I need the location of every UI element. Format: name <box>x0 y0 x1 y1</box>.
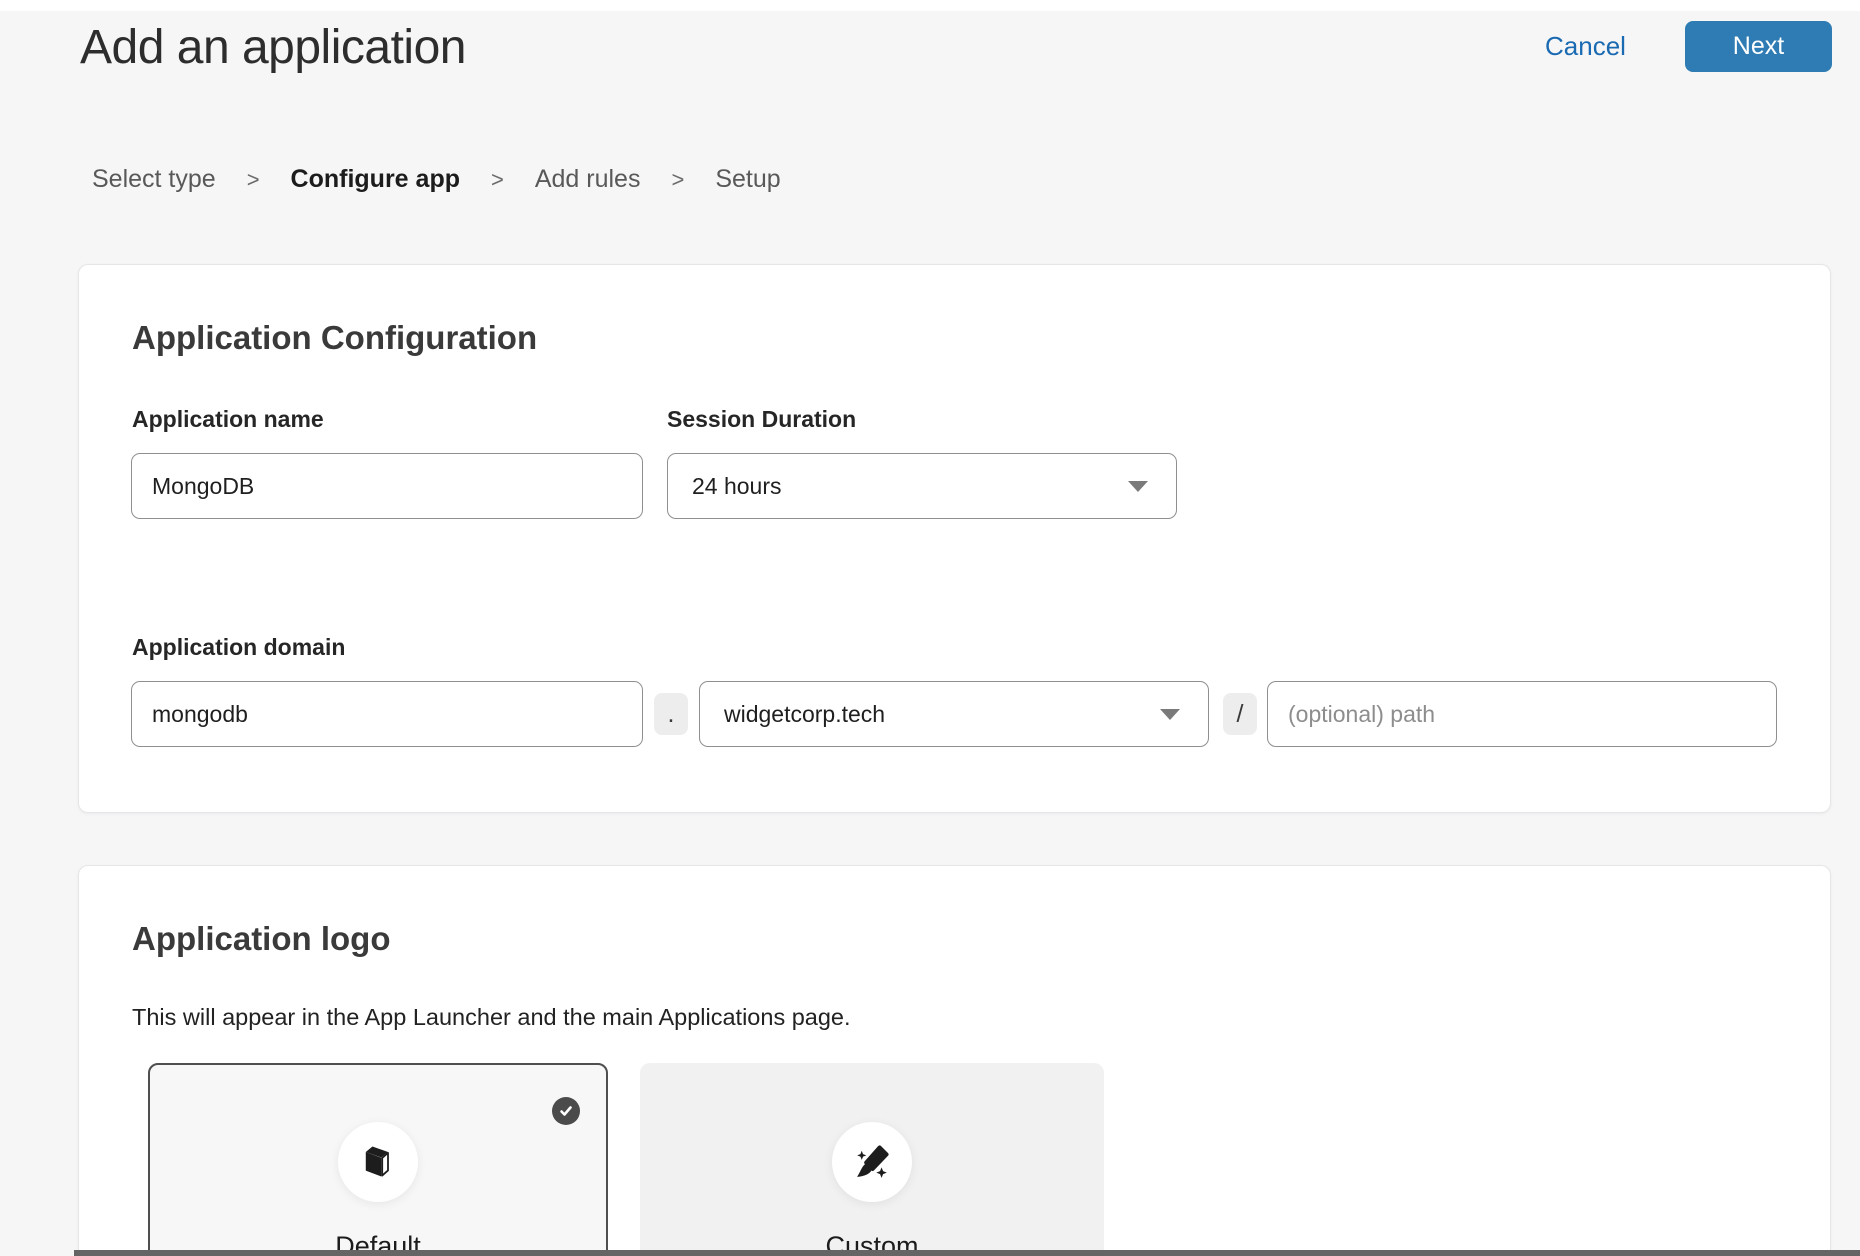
session-duration-label: Session Duration <box>667 406 856 433</box>
cancel-button[interactable]: Cancel <box>1545 31 1626 62</box>
path-input[interactable] <box>1267 681 1777 747</box>
application-configuration-card: Application Configuration Application na… <box>78 264 1831 813</box>
configuration-heading: Application Configuration <box>132 319 537 357</box>
page-title: Add an application <box>80 20 466 75</box>
application-logo-card: Application logo This will appear in the… <box>78 865 1831 1256</box>
slash-separator: / <box>1223 693 1257 735</box>
breadcrumb-configure-app[interactable]: Configure app <box>291 165 460 194</box>
paintbrush-icon <box>851 1141 893 1183</box>
chevron-down-icon <box>1160 709 1180 720</box>
breadcrumb: Select type > Configure app > Add rules … <box>92 165 781 194</box>
breadcrumb-setup[interactable]: Setup <box>715 165 780 194</box>
application-name-input[interactable] <box>131 453 643 519</box>
subdomain-input[interactable] <box>131 681 643 747</box>
selected-check-badge <box>552 1097 580 1125</box>
session-duration-value: 24 hours <box>692 473 782 500</box>
session-duration-select[interactable]: 24 hours <box>667 453 1177 519</box>
custom-logo-circle <box>832 1122 912 1202</box>
bottom-divider <box>74 1250 1860 1256</box>
chevron-down-icon <box>1128 481 1148 492</box>
default-logo-circle <box>338 1122 418 1202</box>
check-icon <box>558 1103 574 1119</box>
logo-description: This will appear in the App Launcher and… <box>132 1004 851 1031</box>
domain-select-value: widgetcorp.tech <box>724 701 885 728</box>
logo-option-default[interactable]: Default <box>148 1063 608 1256</box>
logo-option-custom[interactable]: Custom <box>640 1063 1104 1256</box>
cube-icon <box>358 1142 398 1182</box>
application-domain-label: Application domain <box>132 634 345 661</box>
domain-select[interactable]: widgetcorp.tech <box>699 681 1209 747</box>
next-button[interactable]: Next <box>1685 21 1832 72</box>
breadcrumb-separator: > <box>671 167 684 193</box>
dot-separator: . <box>654 693 688 735</box>
application-name-label: Application name <box>132 406 324 433</box>
breadcrumb-separator: > <box>491 167 504 193</box>
logo-heading: Application logo <box>132 920 390 958</box>
breadcrumb-separator: > <box>247 167 260 193</box>
top-window-strip <box>0 0 1860 11</box>
breadcrumb-add-rules[interactable]: Add rules <box>535 165 641 194</box>
breadcrumb-select-type[interactable]: Select type <box>92 165 216 194</box>
